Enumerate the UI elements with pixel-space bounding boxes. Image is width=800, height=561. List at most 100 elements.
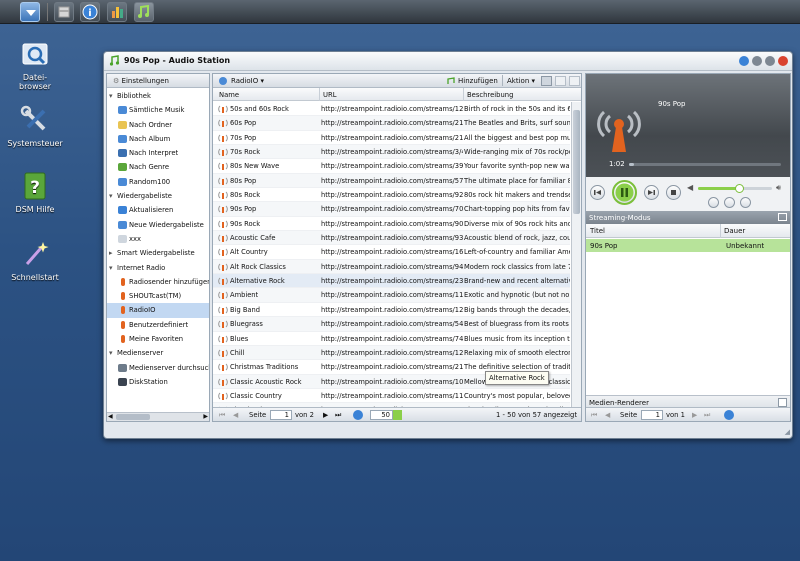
table-row[interactable]: 70s Pop http://streampoint.radioio.com/st… (213, 131, 570, 146)
table-row[interactable]: Alt Rock Classics http://streampoint.radi… (213, 259, 570, 275)
sidebar-item[interactable]: Sämtliche Musik (107, 103, 209, 117)
sidebar-item[interactable]: SHOUTcast(TM) (107, 289, 209, 303)
cover-view-icon[interactable] (569, 76, 580, 86)
per-page-dropdown-icon[interactable] (393, 410, 402, 420)
table-row[interactable]: Acoustic Cafe http://streampoint.radioio.… (213, 231, 570, 246)
scroll-thumb[interactable] (116, 414, 150, 420)
table-row[interactable]: Alternative Rock http://streampoint.radio… (213, 274, 570, 289)
settings-button[interactable]: ⚙ Einstellungen (107, 74, 209, 88)
last-page-icon[interactable]: ⏭ (335, 411, 341, 420)
action-dropdown[interactable]: Aktion ▾ (507, 77, 535, 85)
table-row[interactable]: Alt Country http://streampoint.radioio.co… (213, 245, 570, 260)
table-row[interactable]: Bluegrass http://streampoint.radioio.com/… (213, 317, 570, 332)
table-row[interactable]: Chill http://streampoint.radioio.com/stre… (213, 345, 570, 361)
first-page-icon[interactable]: ⏮ (219, 411, 225, 420)
next-track-button[interactable] (644, 185, 659, 200)
table-row[interactable]: 90s Pop http://streampoint.radioio.com/st… (213, 202, 570, 217)
sidebar-horizontal-scrollbar[interactable]: ◀ ▶ (107, 412, 209, 421)
column-header-name[interactable]: Name (219, 91, 239, 99)
repeat-icon[interactable] (708, 197, 719, 208)
table-row[interactable]: 80s Pop http://streampoint.radioio.com/st… (213, 173, 570, 189)
sidebar-item[interactable]: Random100 (107, 175, 209, 189)
sidebar-item[interactable]: Radiosender hinzufügen (107, 275, 209, 289)
resize-grip-icon[interactable]: ◢ (785, 428, 790, 436)
sidebar-item[interactable]: Nach Album (107, 132, 209, 146)
desktop-icon-systemsteuer[interactable]: Systemsteuer (3, 104, 67, 148)
desktop-icon-schnellstart[interactable]: Schnellstart (3, 238, 67, 282)
list-view-icon[interactable] (541, 76, 552, 86)
scroll-thumb[interactable] (573, 110, 580, 214)
sidebar-group[interactable]: Internet Radio (107, 261, 209, 275)
next-page-icon[interactable]: ▶ (692, 411, 697, 419)
table-row[interactable]: Ambient http://streampoint.radioio.com/st… (213, 288, 570, 303)
desktop-icon-filebrowser[interactable]: Datei- browser (3, 38, 67, 91)
table-row[interactable]: Classic Country http://streampoint.radioi… (213, 389, 570, 404)
main-menu-button[interactable] (20, 2, 40, 22)
expand-icon[interactable] (778, 398, 787, 407)
maximize-icon[interactable] (765, 56, 775, 66)
stop-button[interactable] (666, 185, 681, 200)
table-row[interactable]: Big Band http://streampoint.radioio.com/s… (213, 303, 570, 318)
progress-bar[interactable] (629, 163, 781, 166)
streaming-row[interactable]: 90s Pop Unbekannt (586, 239, 790, 252)
playlist-mode-icon[interactable] (740, 197, 751, 208)
page-input[interactable]: 1 (641, 410, 663, 420)
sidebar-item[interactable]: Benutzerdefiniert (107, 318, 209, 332)
help-icon[interactable] (739, 56, 749, 66)
list-vertical-scrollbar[interactable] (571, 102, 581, 410)
table-row[interactable]: 70s Rock http://streampoint.radioio.com/s… (213, 145, 570, 160)
table-row[interactable]: 80s Rock http://streampoint.radioio.com/s… (213, 188, 570, 203)
sidebar-item[interactable]: Neue Wiedergabeliste (107, 218, 209, 232)
desktop-icon-dsm-hilfe[interactable]: ? DSM Hilfe (3, 170, 67, 214)
shuffle-icon[interactable] (724, 197, 735, 208)
table-row[interactable]: Blues http://streampoint.radioio.com/stre… (213, 332, 570, 346)
cell-url: http://streampoint.radioio.com/streams/3… (321, 148, 463, 157)
column-header-title[interactable]: Titel (590, 227, 605, 235)
refresh-icon[interactable] (353, 410, 363, 420)
sidebar-item[interactable]: Nach Genre (107, 160, 209, 174)
sidebar-item[interactable]: RadioIO (107, 303, 209, 318)
scroll-right-icon[interactable]: ▶ (203, 413, 208, 420)
column-header-description[interactable]: Beschreibung (467, 91, 513, 99)
audio-station-icon[interactable] (134, 2, 154, 22)
window-titlebar[interactable]: 90s Pop - Audio Station (104, 52, 792, 71)
add-button[interactable]: Hinzufügen (458, 77, 498, 85)
sidebar-item[interactable]: Meine Favoriten (107, 332, 209, 346)
volume-slider[interactable] (698, 184, 772, 193)
sidebar-group[interactable]: Medienserver (107, 346, 209, 360)
previous-page-icon[interactable]: ◀ (605, 411, 610, 419)
sidebar-item[interactable]: Nach Interpret (107, 146, 209, 160)
close-icon[interactable] (778, 56, 788, 66)
first-page-icon[interactable]: ⏮ (591, 411, 597, 420)
package-icon[interactable] (54, 2, 74, 22)
sidebar-item[interactable]: Nach Ordner (107, 118, 209, 132)
next-page-icon[interactable]: ▶ (323, 411, 328, 419)
table-row[interactable]: 80s New Wave http://streampoint.radioio.c… (213, 159, 570, 174)
refresh-icon[interactable] (724, 410, 734, 420)
sidebar-item[interactable]: Aktualisieren (107, 203, 209, 217)
column-header-url[interactable]: URL (323, 91, 336, 99)
table-row[interactable]: 60s Pop http://streampoint.radioio.com/st… (213, 116, 570, 131)
sidebar-item[interactable]: xxx (107, 232, 209, 246)
previous-page-icon[interactable]: ◀ (233, 411, 238, 419)
help-icon[interactable]: i (80, 2, 100, 22)
expand-icon[interactable] (778, 213, 787, 221)
source-dropdown[interactable]: RadioIO ▾ (231, 77, 264, 85)
page-input[interactable]: 1 (270, 410, 292, 420)
sidebar-group[interactable]: Wiedergabeliste (107, 189, 209, 203)
chart-icon[interactable] (107, 2, 127, 22)
column-header-duration[interactable]: Dauer (724, 227, 745, 235)
table-row[interactable]: 90s Rock http://streampoint.radioio.com/s… (213, 217, 570, 232)
table-row[interactable]: 50s and 60s Rock http://streampoint.radio… (213, 102, 570, 117)
sidebar-item[interactable]: DiskStation (107, 375, 209, 389)
scroll-left-icon[interactable]: ◀ (108, 413, 113, 420)
minimize-icon[interactable] (752, 56, 762, 66)
pause-button[interactable] (612, 180, 637, 205)
last-page-icon[interactable]: ⏭ (704, 411, 710, 420)
grid-view-icon[interactable] (555, 76, 566, 86)
previous-track-button[interactable] (590, 185, 605, 200)
sidebar-group[interactable]: Smart Wiedergabeliste (107, 246, 209, 260)
per-page-select[interactable]: 50 (370, 410, 393, 420)
sidebar-item[interactable]: Medienserver durchsuchen (107, 361, 209, 375)
sidebar-group[interactable]: Bibliothek (107, 89, 209, 103)
